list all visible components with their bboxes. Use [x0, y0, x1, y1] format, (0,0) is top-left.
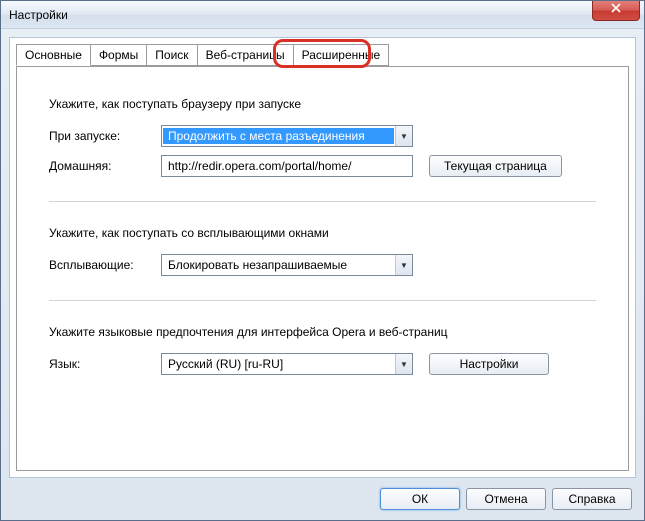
- settings-dialog: Настройки Основные Формы Поиск Веб-стран…: [0, 0, 645, 521]
- titlebar: Настройки: [1, 1, 644, 29]
- divider: [49, 300, 596, 301]
- cancel-button[interactable]: Отмена: [466, 488, 546, 510]
- help-button[interactable]: Справка: [552, 488, 632, 510]
- on-start-label: При запуске:: [49, 129, 161, 143]
- dialog-footer: ОК Отмена Справка: [380, 488, 632, 510]
- language-label: Язык:: [49, 357, 161, 371]
- client-area: Основные Формы Поиск Веб-страницы Расшир…: [9, 37, 636, 478]
- language-heading: Укажите языковые предпочтения для интерф…: [49, 325, 596, 339]
- on-start-value: Продолжить с места разъединения: [163, 128, 394, 144]
- use-current-page-button[interactable]: Текущая страница: [429, 155, 562, 177]
- tabpanel-general: Укажите, как поступать браузеру при запу…: [16, 66, 629, 471]
- ok-button[interactable]: ОК: [380, 488, 460, 510]
- on-start-dropdown[interactable]: Продолжить с места разъединения ▼: [161, 125, 413, 147]
- language-dropdown[interactable]: Русский (RU) [ru-RU] ▼: [161, 353, 413, 375]
- home-input[interactable]: [161, 155, 413, 177]
- popups-value: Блокировать незапрашиваемые: [162, 258, 395, 272]
- home-label: Домашняя:: [49, 159, 161, 173]
- popups-dropdown[interactable]: Блокировать незапрашиваемые ▼: [161, 254, 413, 276]
- tab-webpages[interactable]: Веб-страницы: [197, 44, 294, 66]
- chevron-down-icon: ▼: [395, 126, 412, 146]
- divider: [49, 201, 596, 202]
- popups-heading: Укажите, как поступать со всплывающими о…: [49, 226, 596, 240]
- tab-advanced[interactable]: Расширенные: [293, 44, 390, 66]
- popups-label: Всплывающие:: [49, 258, 161, 272]
- startup-heading: Укажите, как поступать браузеру при запу…: [49, 97, 596, 111]
- chevron-down-icon: ▼: [395, 354, 412, 374]
- language-value: Русский (RU) [ru-RU]: [162, 357, 395, 371]
- close-button[interactable]: [592, 1, 640, 21]
- tab-general[interactable]: Основные: [16, 44, 91, 66]
- window-title: Настройки: [9, 8, 68, 22]
- tabstrip: Основные Формы Поиск Веб-страницы Расшир…: [16, 44, 635, 66]
- tab-forms[interactable]: Формы: [90, 44, 147, 66]
- close-icon: [611, 3, 621, 13]
- language-settings-button[interactable]: Настройки: [429, 353, 549, 375]
- tab-search[interactable]: Поиск: [146, 44, 197, 66]
- chevron-down-icon: ▼: [395, 255, 412, 275]
